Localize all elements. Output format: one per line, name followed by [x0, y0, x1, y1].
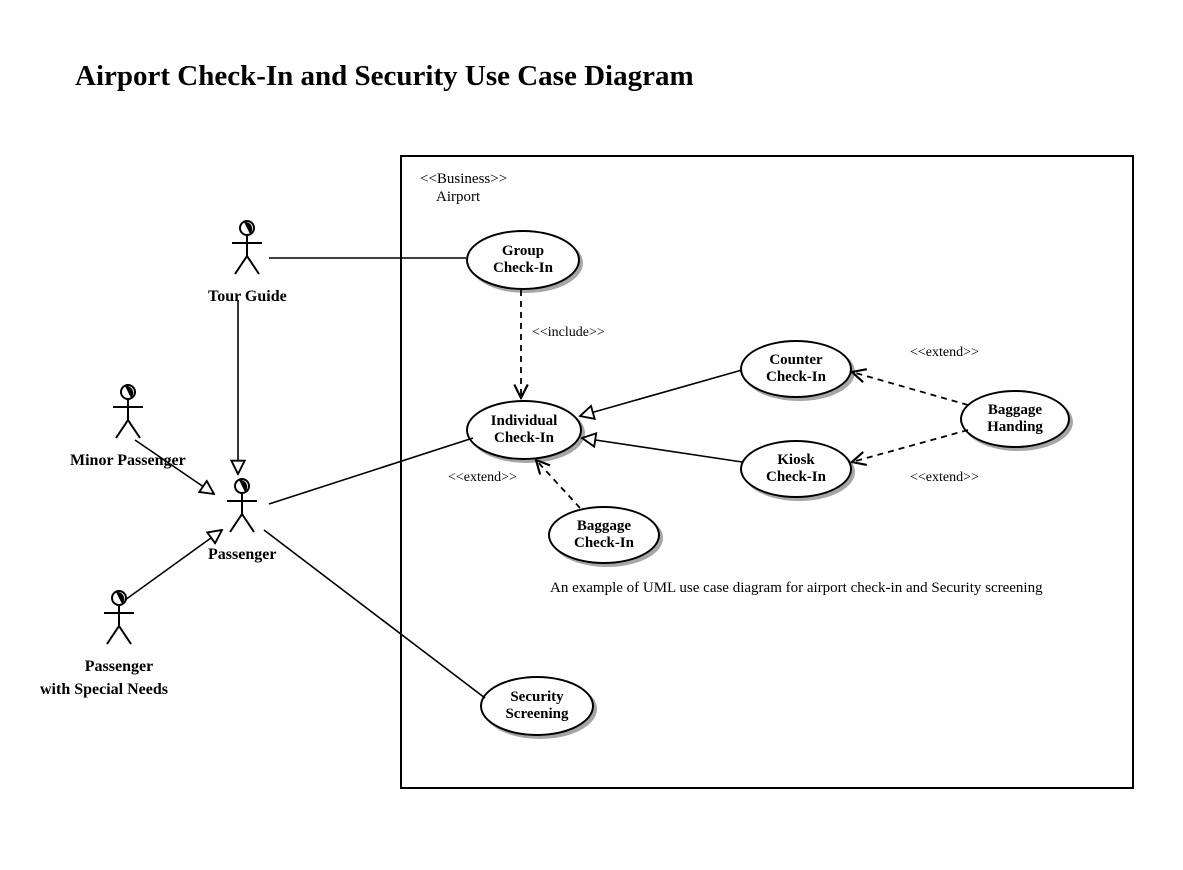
actor-minor-passenger: Minor Passenger: [70, 382, 186, 470]
usecase-counter-check-in: CounterCheck-In: [740, 340, 852, 398]
actor-passenger: Passenger: [208, 476, 276, 564]
usecase-baggage-handing: BaggageHanding: [960, 390, 1070, 448]
stick-figure-icon: [212, 476, 272, 536]
usecase-baggage-check-in: BaggageCheck-In: [548, 506, 660, 564]
usecase-security-screening: SecurityScreening: [480, 676, 594, 736]
actor-passenger-special: Passenger with Special Needs: [70, 588, 168, 699]
system-name: Airport: [436, 188, 480, 206]
diagram-caption: An example of UML use case diagram for a…: [550, 580, 1043, 597]
usecase-group-check-in: GroupCheck-In: [466, 230, 580, 290]
actor-tour-guide-label: Tour Guide: [208, 287, 287, 306]
actor-passenger-special-label2: with Special Needs: [40, 680, 168, 699]
rel-label-extend-kiosk: <<extend>>: [910, 470, 979, 486]
system-stereotype: <<Business>>: [420, 170, 507, 188]
rel-label-extend-bag: <<extend>>: [448, 470, 517, 486]
actor-passenger-special-label1: Passenger: [70, 657, 168, 676]
actor-passenger-label: Passenger: [208, 545, 276, 564]
actor-tour-guide: Tour Guide: [208, 218, 287, 306]
usecase-individual-check-in: IndividualCheck-In: [466, 400, 582, 460]
stick-figure-icon: [89, 588, 149, 648]
actor-minor-passenger-label: Minor Passenger: [70, 451, 186, 470]
diagram-title: Airport Check-In and Security Use Case D…: [75, 60, 694, 93]
stick-figure-icon: [98, 382, 158, 442]
usecase-kiosk-check-in: KioskCheck-In: [740, 440, 852, 498]
rel-label-extend-counter: <<extend>>: [910, 345, 979, 361]
rel-label-include: <<include>>: [532, 325, 605, 341]
stick-figure-icon: [217, 218, 277, 278]
